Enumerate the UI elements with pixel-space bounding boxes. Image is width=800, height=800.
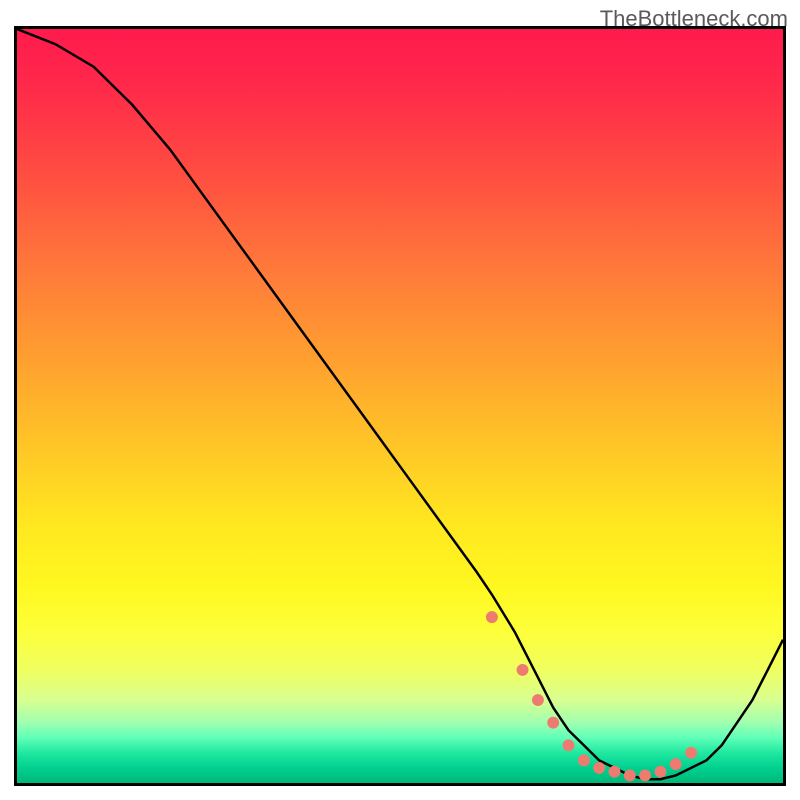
marker-point bbox=[563, 739, 575, 751]
marker-point bbox=[639, 770, 651, 782]
curve-svg bbox=[17, 29, 783, 783]
curve-group bbox=[17, 29, 783, 781]
marker-point bbox=[486, 611, 498, 623]
chart-container: TheBottleneck.com bbox=[0, 0, 800, 800]
marker-point bbox=[517, 664, 529, 676]
marker-point bbox=[685, 747, 697, 759]
marker-point bbox=[532, 694, 544, 706]
bottleneck-curve bbox=[17, 29, 783, 779]
marker-point bbox=[655, 766, 667, 778]
marker-point bbox=[670, 758, 682, 770]
marker-point bbox=[624, 770, 636, 782]
plot-area bbox=[14, 26, 786, 786]
marker-point bbox=[547, 717, 559, 729]
marker-point bbox=[578, 754, 590, 766]
marker-point bbox=[593, 762, 605, 774]
watermark-text: TheBottleneck.com bbox=[600, 6, 788, 32]
marker-point bbox=[609, 766, 621, 778]
